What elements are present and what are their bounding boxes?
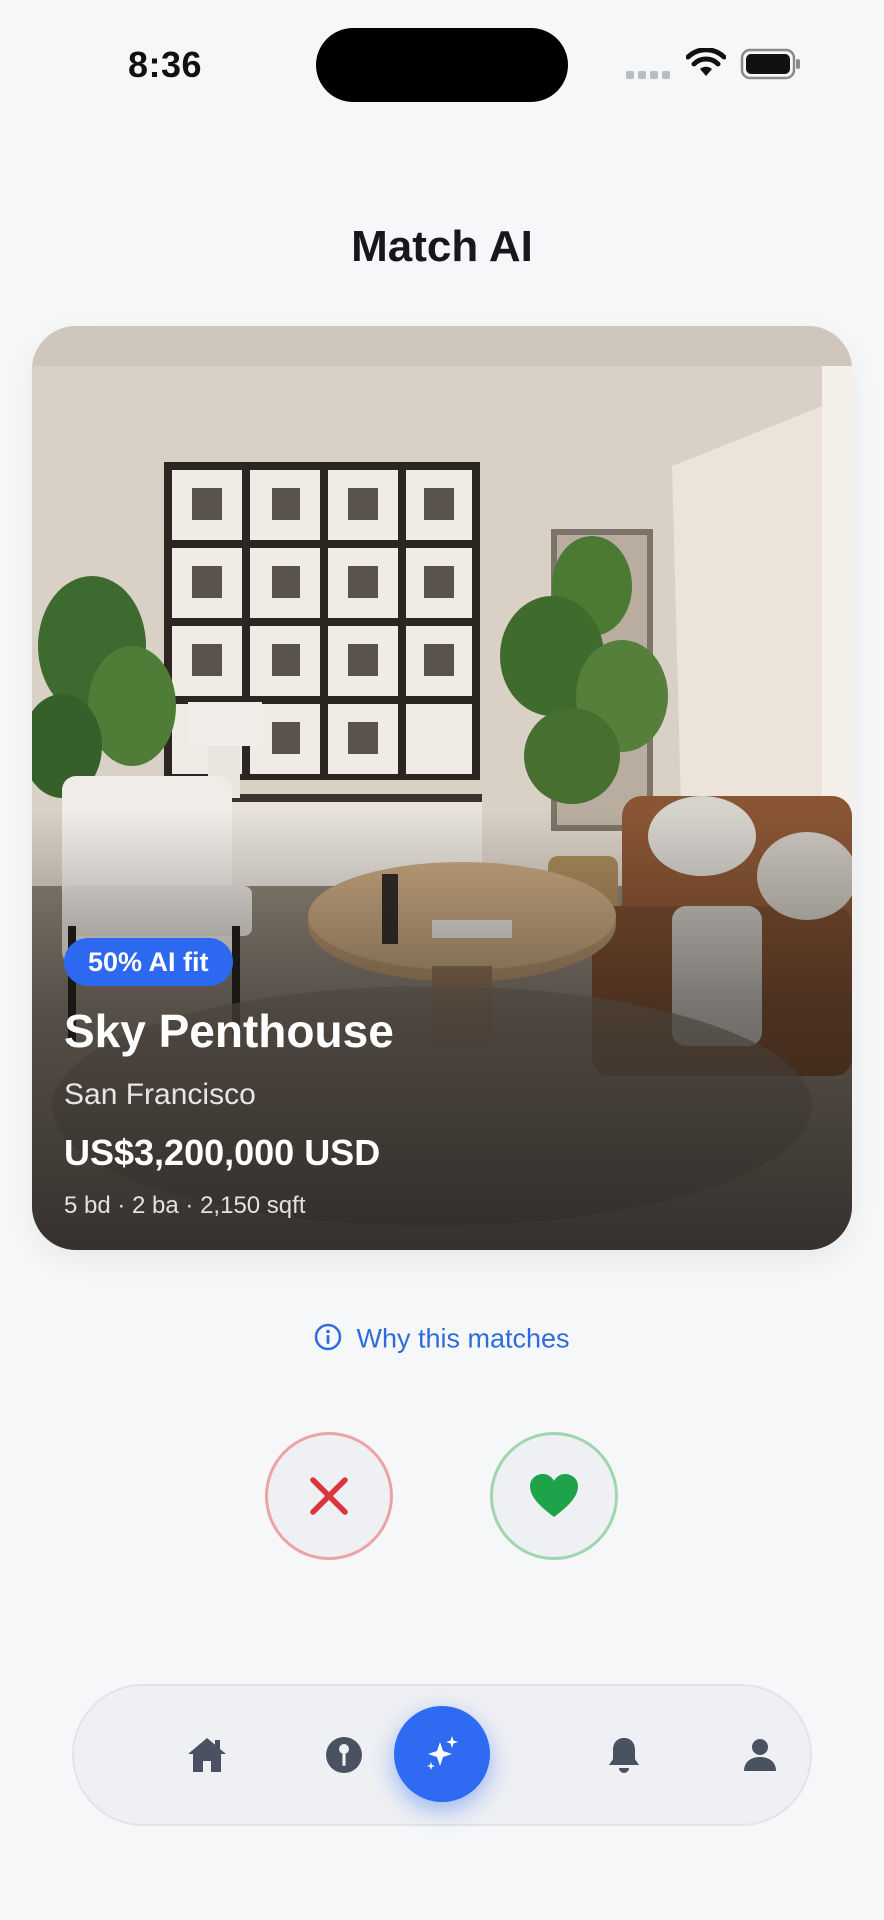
bottom-tab-bar <box>72 1684 812 1826</box>
cellular-signal-icon <box>626 66 674 84</box>
location-pin-icon <box>326 1737 362 1773</box>
property-price: US$3,200,000 USD <box>64 1132 381 1173</box>
battery-icon <box>740 48 800 80</box>
wifi-icon <box>686 48 726 76</box>
status-time: 8:36 <box>128 44 203 85</box>
tab-alerts[interactable] <box>584 1686 664 1824</box>
page-title: Match AI <box>351 222 533 271</box>
why-this-matches-link[interactable]: Why this matches <box>0 1322 884 1354</box>
tab-explore[interactable] <box>304 1686 384 1824</box>
home-icon <box>188 1738 226 1772</box>
tab-match[interactable] <box>394 1706 490 1802</box>
property-city: San Francisco <box>64 1078 256 1111</box>
tab-home[interactable] <box>167 1686 247 1824</box>
property-specs: 5 bd · 2 ba · 2,150 sqft <box>64 1192 306 1219</box>
reject-button[interactable] <box>265 1432 393 1560</box>
property-card[interactable]: 50% AI fit Sky Penthouse San Francisco U… <box>32 326 852 1250</box>
dynamic-island <box>316 28 568 102</box>
status-bar: 8:36 <box>0 0 884 130</box>
person-icon <box>744 1739 776 1771</box>
sparkles-icon <box>427 1736 458 1770</box>
close-icon <box>310 1477 348 1515</box>
info-icon <box>315 1323 342 1351</box>
property-name: Sky Penthouse <box>64 1005 394 1057</box>
tab-profile[interactable] <box>720 1686 800 1824</box>
why-this-matches-label: Why this matches <box>356 1323 570 1354</box>
heart-icon <box>530 1474 578 1517</box>
ai-fit-badge: 50% AI fit <box>64 938 233 986</box>
bell-icon <box>609 1738 639 1773</box>
like-button[interactable] <box>490 1432 618 1560</box>
